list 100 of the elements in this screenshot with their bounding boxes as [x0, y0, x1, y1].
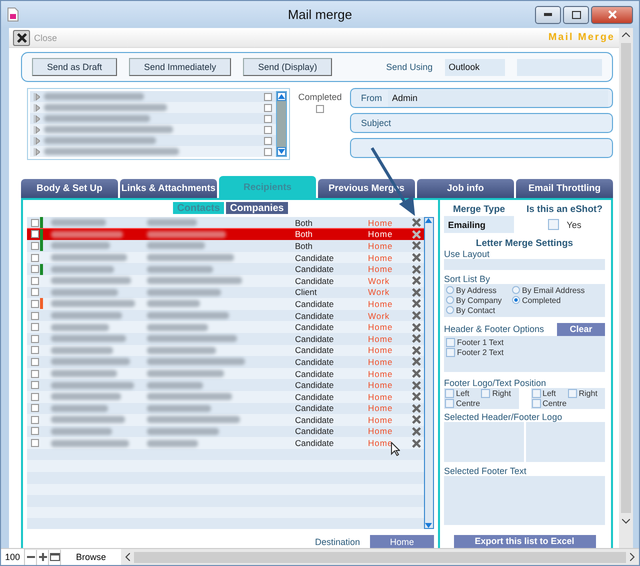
checkbox[interactable] [31, 242, 39, 250]
close-icon[interactable] [412, 346, 421, 355]
scroll-up-icon[interactable] [278, 94, 285, 99]
recipient-row[interactable]: Candidate Home [27, 298, 424, 310]
checkbox[interactable] [532, 398, 540, 408]
layout-field[interactable] [444, 259, 605, 270]
recipient-row[interactable]: Both Home [27, 217, 424, 229]
footer-text-field[interactable] [444, 476, 605, 525]
recipient-row[interactable]: Candidate Home [27, 368, 424, 380]
scroll-left-icon[interactable] [125, 553, 130, 561]
recipient-row[interactable]: Client Work [27, 286, 424, 298]
checkbox[interactable] [31, 404, 39, 412]
zoom-level[interactable]: 100 [1, 549, 26, 565]
recipient-row[interactable]: Candidate Home [27, 437, 424, 449]
maximize-button[interactable] [563, 6, 589, 24]
scroll-up-icon[interactable] [425, 218, 432, 223]
checkbox[interactable] [31, 288, 39, 296]
close-icon[interactable] [412, 369, 421, 378]
checkbox[interactable] [31, 370, 39, 378]
close-icon[interactable] [412, 392, 421, 402]
checkbox[interactable] [264, 104, 272, 112]
checkbox[interactable] [532, 388, 540, 398]
minimize-button[interactable] [535, 6, 561, 24]
layout-toggle-button[interactable] [49, 550, 62, 564]
close-icon[interactable] [412, 322, 421, 332]
scrollbar[interactable] [424, 217, 434, 529]
from-field[interactable]: From Admin [350, 88, 613, 108]
checkbox[interactable] [264, 126, 272, 134]
checkbox[interactable] [31, 334, 39, 343]
checkbox[interactable] [316, 105, 324, 113]
close-icon[interactable] [412, 288, 421, 297]
zoom-in-button[interactable] [37, 550, 50, 564]
tab[interactable]: Links & Attachments [120, 179, 217, 198]
send-using-field[interactable]: Outlook [444, 58, 505, 76]
close-icon[interactable] [412, 264, 421, 274]
checkbox[interactable] [548, 219, 559, 230]
checkbox[interactable] [31, 323, 39, 332]
close-icon[interactable] [412, 230, 421, 239]
checkbox[interactable] [481, 388, 490, 398]
scrollbar[interactable] [276, 91, 287, 157]
checkbox[interactable] [31, 300, 39, 308]
scroll-down-icon[interactable] [425, 523, 432, 528]
close-button[interactable] [13, 30, 30, 46]
recipient-row[interactable]: Candidate Home [27, 332, 424, 345]
recipient-row[interactable]: Both Home [27, 228, 424, 240]
checkbox[interactable] [31, 381, 39, 390]
logo-field[interactable] [526, 422, 605, 462]
input-field[interactable] [516, 58, 602, 76]
tab[interactable]: Companies [226, 202, 288, 214]
checkbox[interactable] [31, 276, 39, 285]
subject-field[interactable]: Subject [350, 113, 613, 133]
checkbox[interactable] [264, 92, 272, 100]
destination-button[interactable]: Home [370, 535, 434, 548]
checkbox[interactable] [31, 218, 39, 227]
checkbox[interactable] [568, 388, 577, 398]
checkbox[interactable] [445, 388, 454, 398]
send-button[interactable]: Send as Draft [32, 58, 118, 76]
scroll-right-icon[interactable] [630, 553, 635, 561]
send-button[interactable]: Send (Display) [243, 58, 332, 76]
export-button[interactable]: Export this list to Excel [454, 534, 596, 548]
recipient-row[interactable]: Candidate Home [27, 263, 424, 275]
close-icon[interactable] [412, 276, 421, 286]
close-icon[interactable] [412, 241, 421, 250]
checkbox[interactable] [31, 254, 39, 262]
logo-field[interactable] [444, 422, 524, 462]
close-icon[interactable] [412, 404, 421, 413]
merge-type-field[interactable]: Emailing [444, 216, 514, 233]
checkbox[interactable] [31, 312, 39, 320]
close-icon[interactable] [412, 415, 421, 424]
radio-button[interactable] [446, 286, 454, 294]
radio-button[interactable] [512, 296, 520, 304]
recipient-row[interactable]: Both Home [27, 240, 424, 252]
send-button[interactable]: Send Immediately [129, 58, 232, 76]
close-icon[interactable] [412, 253, 421, 262]
close-icon[interactable] [412, 438, 421, 448]
recipient-row[interactable]: Candidate Home [27, 356, 424, 368]
checkbox[interactable] [264, 136, 272, 144]
radio-button[interactable] [446, 296, 454, 304]
close-icon[interactable] [412, 357, 421, 366]
checkbox[interactable] [446, 348, 455, 357]
recipient-row[interactable]: Candidate Work [27, 274, 424, 287]
tab[interactable]: Email Throttling [516, 179, 613, 198]
recipient-row[interactable]: Candidate Home [27, 414, 424, 426]
radio-button[interactable] [512, 286, 520, 294]
checkbox[interactable] [31, 265, 39, 274]
close-icon[interactable] [412, 334, 421, 344]
checkbox[interactable] [31, 230, 39, 238]
scroll-down-icon[interactable] [278, 149, 285, 154]
checkbox[interactable] [31, 427, 39, 436]
checkbox[interactable] [31, 358, 39, 366]
close-icon[interactable] [412, 218, 421, 228]
checkbox[interactable] [31, 416, 39, 424]
zoom-out-button[interactable] [25, 550, 38, 564]
recipient-row[interactable]: Candidate Home [27, 344, 424, 356]
checkbox[interactable] [446, 338, 455, 347]
recipient-row[interactable]: Candidate Home [27, 252, 424, 264]
recipient-row[interactable]: Candidate Home [27, 426, 424, 438]
checkbox[interactable] [264, 114, 272, 122]
scroll-up-icon[interactable] [622, 32, 630, 37]
clear-button[interactable]: Clear [557, 322, 605, 336]
